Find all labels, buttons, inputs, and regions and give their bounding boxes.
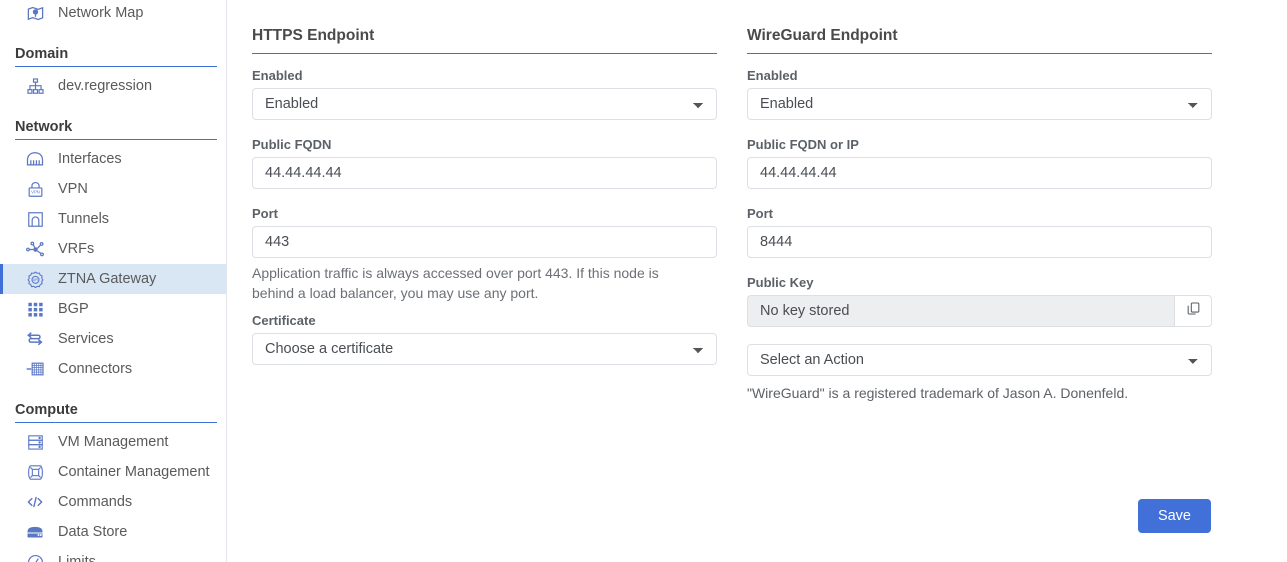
save-button-container: Save xyxy=(1137,499,1211,533)
sidebar-item-ztna-gateway[interactable]: API ZTNA Gateway xyxy=(0,264,226,294)
sidebar-item-limits[interactable]: Limits xyxy=(0,547,226,562)
wireguard-fqdn-label: Public FQDN or IP xyxy=(747,136,859,152)
wireguard-fqdn-field: Public FQDN or IP xyxy=(747,137,1212,189)
https-fqdn-field: Public FQDN xyxy=(252,137,717,189)
code-brackets-icon xyxy=(24,491,46,513)
https-port-field: Port Application traffic is always acces… xyxy=(252,206,717,304)
tunnel-icon xyxy=(24,208,46,230)
sidebar-item-label: Limits xyxy=(58,553,96,562)
sidebar-item-label: Network Map xyxy=(58,4,144,21)
wireguard-port-field: Port xyxy=(747,206,1212,258)
copy-public-key-button[interactable] xyxy=(1174,294,1212,327)
container-icon xyxy=(24,461,46,483)
sidebar-item-bgp[interactable]: BGP xyxy=(0,294,226,324)
api-gear-icon: API xyxy=(24,268,46,290)
save-button[interactable]: Save xyxy=(1137,499,1211,533)
https-enabled-label: Enabled xyxy=(252,67,303,83)
vpn-lock-icon: VPN xyxy=(24,178,46,200)
gauge-icon xyxy=(24,551,46,562)
sidebar-item-commands[interactable]: Commands xyxy=(0,487,226,517)
sidebar-item-vm-management[interactable]: VM Management xyxy=(0,427,226,457)
sidebar-section-title: Compute xyxy=(15,402,78,418)
interfaces-icon xyxy=(24,148,46,170)
bgp-grid-icon xyxy=(24,298,46,320)
https-port-help-text: Application traffic is always accessed o… xyxy=(252,264,659,301)
svg-text:VPN: VPN xyxy=(31,189,40,194)
sidebar-section-title: Network xyxy=(15,119,73,135)
sidebar-item-label: VRFs xyxy=(58,240,95,257)
sidebar-item-label: Tunnels xyxy=(58,210,110,227)
sidebar-item-interfaces[interactable]: Interfaces xyxy=(0,144,226,174)
wireguard-action-select[interactable]: Select an Action xyxy=(747,343,1212,376)
sidebar-item-container-management[interactable]: Container Management xyxy=(0,457,226,487)
sidebar-section-domain: Domain xyxy=(15,45,217,67)
sidebar-item-label: VPN xyxy=(58,180,88,197)
org-tree-icon xyxy=(24,75,46,97)
wireguard-fqdn-input[interactable] xyxy=(747,156,1212,189)
sidebar-item-vpn[interactable]: VPN VPN xyxy=(0,174,226,204)
wireguard-public-key-label: Public Key xyxy=(747,274,814,290)
connectors-icon xyxy=(24,358,46,380)
sidebar-item-label: Commands xyxy=(58,493,133,510)
svg-text:API: API xyxy=(32,278,38,282)
sidebar-item-services[interactable]: Services xyxy=(0,324,226,354)
public-key-row: No key stored xyxy=(747,294,1212,327)
sidebar-item-network-map[interactable]: Network Map xyxy=(0,0,226,28)
https-enabled-select[interactable]: Enabled xyxy=(252,87,717,120)
app-root: Network Map Domain dev.regression Networ… xyxy=(0,0,1287,562)
wireguard-endpoint-title: WireGuard Endpoint xyxy=(747,27,1212,54)
https-endpoint-panel: HTTPS Endpoint Enabled Enabled Public FQ… xyxy=(252,14,717,401)
sidebar: Network Map Domain dev.regression Networ… xyxy=(0,0,227,562)
server-rack-icon xyxy=(24,431,46,453)
main-content: HTTPS Endpoint Enabled Enabled Public FQ… xyxy=(227,0,1287,562)
https-fqdn-input[interactable] xyxy=(252,156,717,189)
https-port-label: Port xyxy=(252,205,278,221)
https-certificate-select[interactable]: Choose a certificate xyxy=(252,332,717,365)
sidebar-item-label: ZTNA Gateway xyxy=(58,270,157,287)
vrf-nodes-icon xyxy=(24,238,46,260)
wireguard-enabled-field: Enabled Enabled xyxy=(747,68,1212,120)
wireguard-port-label: Port xyxy=(747,205,773,221)
wireguard-trademark-note: "WireGuard" is a registered trademark of… xyxy=(747,384,1129,401)
sidebar-item-label: Container Management xyxy=(58,463,210,480)
wireguard-enabled-select[interactable]: Enabled xyxy=(747,87,1212,120)
sidebar-item-label: VM Management xyxy=(58,433,169,450)
endpoint-columns: HTTPS Endpoint Enabled Enabled Public FQ… xyxy=(227,0,1287,401)
sidebar-item-label: Data Store xyxy=(58,523,128,540)
copy-icon xyxy=(1186,301,1201,321)
map-pin-icon xyxy=(24,2,46,24)
https-port-input[interactable] xyxy=(252,225,717,258)
sidebar-section-title: Domain xyxy=(15,46,69,62)
sidebar-section-compute: Compute xyxy=(15,401,217,423)
sidebar-item-dev-regression[interactable]: dev.regression xyxy=(0,71,226,101)
sidebar-item-label: Interfaces xyxy=(58,150,122,167)
sidebar-item-label: BGP xyxy=(58,300,89,317)
https-enabled-field: Enabled Enabled xyxy=(252,68,717,120)
sidebar-item-label: Services xyxy=(58,330,114,347)
wireguard-endpoint-panel: WireGuard Endpoint Enabled Enabled Publi… xyxy=(747,14,1212,401)
sidebar-item-tunnels[interactable]: Tunnels xyxy=(0,204,226,234)
sidebar-item-vrfs[interactable]: VRFs xyxy=(0,234,226,264)
https-certificate-label: Certificate xyxy=(252,312,316,328)
data-store-icon xyxy=(24,521,46,543)
https-certificate-field: Certificate Choose a certificate xyxy=(252,313,717,365)
wireguard-public-key-field: Public Key No key stored xyxy=(747,275,1212,327)
wireguard-enabled-label: Enabled xyxy=(747,67,798,83)
sidebar-item-label: dev.regression xyxy=(58,77,153,94)
sidebar-item-connectors[interactable]: Connectors xyxy=(0,354,226,384)
wireguard-port-input[interactable] xyxy=(747,225,1212,258)
https-endpoint-title: HTTPS Endpoint xyxy=(252,27,717,54)
services-arrows-icon xyxy=(24,328,46,350)
sidebar-section-network: Network xyxy=(15,118,217,140)
sidebar-item-data-store[interactable]: Data Store xyxy=(0,517,226,547)
sidebar-item-label: Connectors xyxy=(58,360,133,377)
wireguard-action-field: Select an Action "WireGuard" is a regist… xyxy=(747,343,1212,401)
https-fqdn-label: Public FQDN xyxy=(252,136,332,152)
public-key-value: No key stored xyxy=(747,294,1174,327)
